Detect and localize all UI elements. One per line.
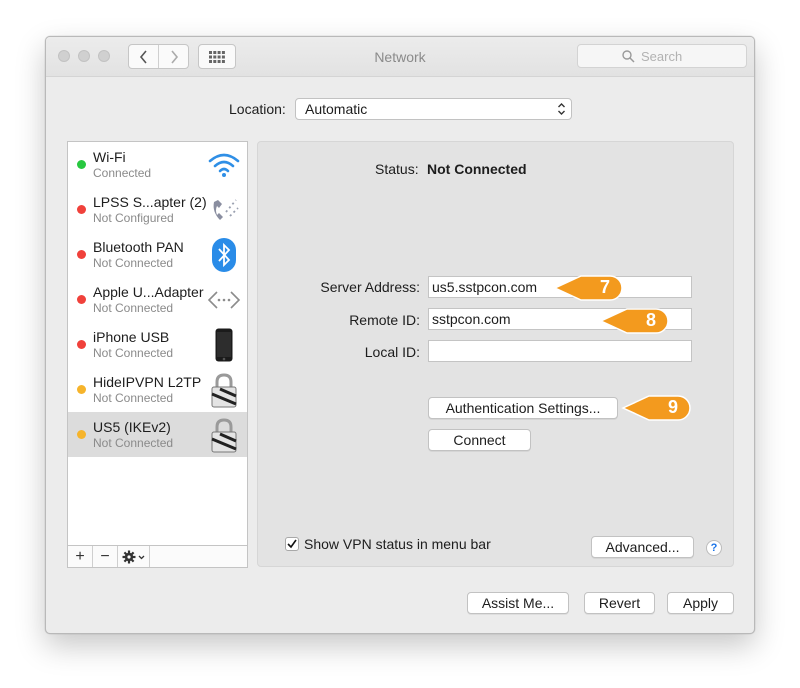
- service-item-apple-usb-adapter[interactable]: Apple U...Adapter Not Connected: [68, 277, 247, 322]
- location-select[interactable]: Automatic: [295, 98, 572, 120]
- location-value: Automatic: [305, 101, 368, 117]
- status-label: Status:: [375, 161, 419, 177]
- iphone-icon: [206, 327, 242, 363]
- callout-8: 8: [599, 306, 671, 336]
- service-name: Apple U...Adapter: [93, 284, 204, 300]
- callout-number: 8: [645, 310, 656, 330]
- service-name: Bluetooth PAN: [93, 239, 184, 255]
- gear-icon: [122, 550, 144, 563]
- status-dot: [77, 430, 86, 439]
- service-name: HideIPVPN L2TP: [93, 374, 202, 390]
- authentication-settings-button[interactable]: Authentication Settings...: [428, 397, 618, 419]
- local-id-field[interactable]: [428, 340, 692, 362]
- checkmark-icon: [287, 539, 297, 549]
- connect-button[interactable]: Connect: [428, 429, 531, 451]
- revert-button[interactable]: Revert: [584, 592, 655, 614]
- show-vpn-status-checkbox[interactable]: [285, 537, 299, 551]
- status-value: Not Connected: [427, 161, 527, 177]
- service-status: Not Configured: [93, 211, 174, 225]
- titlebar: Network Search: [46, 37, 754, 77]
- service-item-iphone-usb[interactable]: iPhone USB Not Connected: [68, 322, 247, 367]
- apply-button[interactable]: Apply: [667, 592, 734, 614]
- search-icon: [622, 49, 635, 63]
- service-status: Not Connected: [93, 436, 174, 450]
- wifi-icon: [206, 147, 242, 183]
- location-label: Location:: [229, 101, 286, 117]
- service-name: US5 (IKEv2): [93, 419, 171, 435]
- service-status: Not Connected: [93, 256, 174, 270]
- status-dot: [77, 160, 86, 169]
- local-id-label: Local ID:: [364, 344, 420, 360]
- callout-7: 7: [553, 273, 625, 303]
- status-dot: [77, 340, 86, 349]
- service-item-hideipvpn-l2tp[interactable]: HideIPVPN L2TP Not Connected: [68, 367, 247, 412]
- show-vpn-status-label: Show VPN status in menu bar: [304, 536, 491, 552]
- add-service-button[interactable]: +: [68, 546, 93, 567]
- service-item-wifi[interactable]: Wi-Fi Connected: [68, 142, 247, 187]
- service-status: Not Connected: [93, 301, 174, 315]
- phone-modem-icon: [206, 192, 242, 228]
- status-dot: [77, 295, 86, 304]
- vpn-lock-icon: [206, 417, 242, 453]
- help-button[interactable]: ?: [706, 540, 722, 556]
- search-placeholder: Search: [641, 48, 683, 64]
- updown-arrows-icon: [558, 103, 565, 115]
- ethernet-adapter-icon: [206, 282, 242, 318]
- bluetooth-icon: [206, 237, 242, 273]
- action-menu-button[interactable]: [118, 546, 150, 567]
- service-list-toolbar: + −: [67, 545, 248, 568]
- callout-9: 9: [621, 393, 693, 423]
- callout-number: 7: [599, 277, 610, 297]
- service-name: LPSS S...apter (2): [93, 194, 207, 210]
- service-item-us5-ikev2[interactable]: US5 (IKEv2) Not Connected: [68, 412, 247, 457]
- status-dot: [77, 385, 86, 394]
- service-status: Connected: [93, 166, 152, 180]
- callout-number: 9: [667, 397, 678, 417]
- network-preferences-window: Network Search Location: Automatic Wi-Fi…: [45, 36, 755, 634]
- service-item-bluetooth-pan[interactable]: Bluetooth PAN Not Connected: [68, 232, 247, 277]
- service-name: Wi-Fi: [93, 149, 126, 165]
- assist-me-button[interactable]: Assist Me...: [467, 592, 569, 614]
- search-field[interactable]: Search: [577, 44, 747, 68]
- advanced-button[interactable]: Advanced...: [591, 536, 694, 558]
- server-address-label: Server Address:: [320, 279, 420, 295]
- service-list: Wi-Fi Connected LPSS S...apter (2) Not C…: [67, 141, 248, 568]
- status-dot: [77, 250, 86, 259]
- service-status: Not Connected: [93, 346, 174, 360]
- remove-service-button[interactable]: −: [93, 546, 118, 567]
- service-status: Not Connected: [93, 391, 174, 405]
- service-name: iPhone USB: [93, 329, 170, 345]
- service-item-lpss[interactable]: LPSS S...apter (2) Not Configured: [68, 187, 247, 232]
- status-dot: [77, 205, 86, 214]
- remote-id-label: Remote ID:: [349, 312, 420, 328]
- vpn-lock-icon: [206, 372, 242, 408]
